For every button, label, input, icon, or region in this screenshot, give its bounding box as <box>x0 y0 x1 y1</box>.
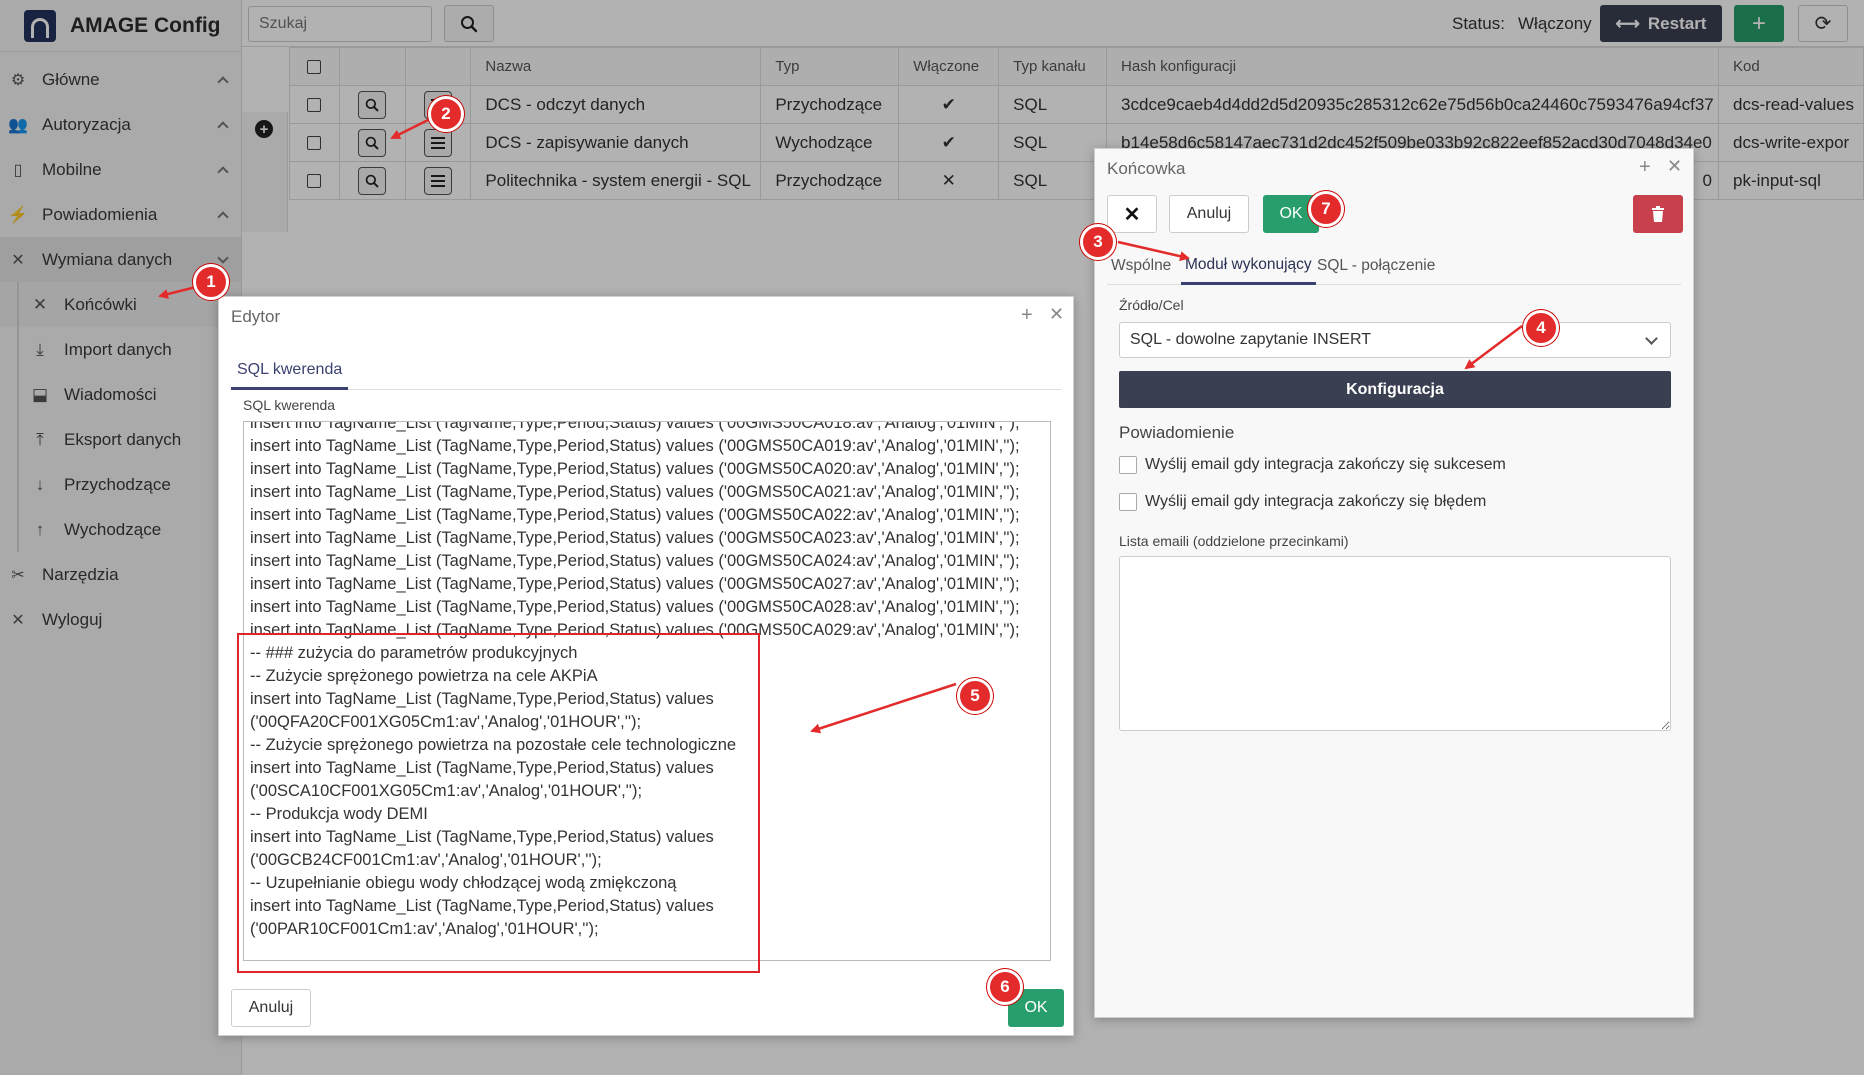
tab-sql-kwerenda[interactable]: SQL kwerenda <box>231 352 349 390</box>
source-value: SQL - dowolne zapytanie INSERT <box>1130 331 1372 348</box>
emails-label: Lista emaili (oddzielone przecinkami) <box>1119 533 1349 549</box>
highlight-box <box>237 633 760 973</box>
dialog-title: Końcowka <box>1107 159 1186 178</box>
callout-3: 3 <box>1080 224 1116 260</box>
close-button[interactable]: ✕ <box>1107 195 1157 233</box>
cancel-button[interactable]: Anuluj <box>1169 195 1249 233</box>
callout-2: 2 <box>428 96 464 132</box>
source-label: Źródło/Cel <box>1119 297 1184 313</box>
callout-7: 7 <box>1308 191 1344 227</box>
endpoint-dialog: Końcowka + ✕ ✕ Anuluj OK Wspólne Moduł w… <box>1094 148 1694 1018</box>
editor-tabs: SQL kwerenda <box>231 352 1061 390</box>
checkbox-label: Wyślij email gdy integracja zakończy się… <box>1145 456 1506 473</box>
dialog-title: Edytor <box>231 307 281 326</box>
tab-sql-polaczenie[interactable]: SQL - połączenie <box>1313 247 1439 285</box>
emails-textarea[interactable] <box>1119 556 1671 731</box>
email-error-checkbox[interactable]: Wyślij email gdy integracja zakończy się… <box>1119 493 1486 511</box>
chevron-down-icon <box>1645 332 1658 345</box>
maximize-icon[interactable]: + <box>1639 157 1651 177</box>
cancel-button[interactable]: Anuluj <box>231 989 311 1027</box>
checkbox[interactable] <box>1119 493 1137 511</box>
close-icon[interactable]: ✕ <box>1049 305 1064 323</box>
close-icon[interactable]: ✕ <box>1667 157 1682 175</box>
email-success-checkbox[interactable]: Wyślij email gdy integracja zakończy się… <box>1119 456 1506 474</box>
callout-5: 5 <box>957 678 993 714</box>
delete-button[interactable] <box>1633 195 1683 233</box>
checkbox-label: Wyślij email gdy integracja zakończy się… <box>1145 493 1487 510</box>
notification-heading: Powiadomienie <box>1119 423 1235 442</box>
checkbox[interactable] <box>1119 456 1137 474</box>
callout-1: 1 <box>193 264 229 300</box>
trash-icon <box>1652 206 1664 222</box>
source-select[interactable]: SQL - dowolne zapytanie INSERT <box>1119 322 1671 358</box>
close-icon: ✕ <box>1123 203 1141 226</box>
tab-wspolne[interactable]: Wspólne <box>1107 247 1175 285</box>
endpoint-tabs: Wspólne Moduł wykonujący SQL - połączeni… <box>1107 247 1681 285</box>
callout-6: 6 <box>987 969 1023 1005</box>
configuration-button[interactable]: Konfiguracja <box>1119 371 1671 408</box>
tab-modul-wykonujacy[interactable]: Moduł wykonujący <box>1181 247 1316 285</box>
sql-field-label: SQL kwerenda <box>243 397 336 413</box>
maximize-icon[interactable]: + <box>1021 305 1033 325</box>
callout-4: 4 <box>1523 310 1559 346</box>
